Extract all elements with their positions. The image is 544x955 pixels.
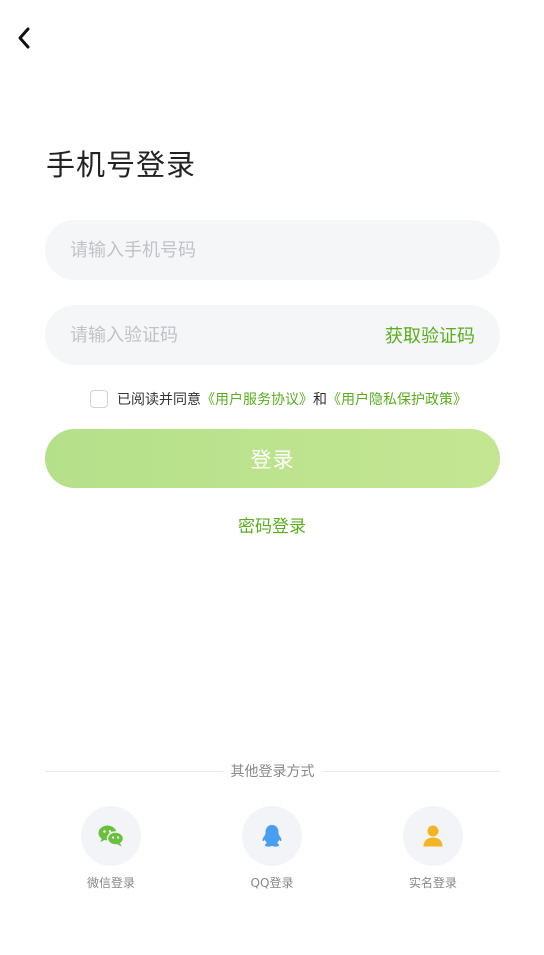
login-button[interactable]: 登录 xyxy=(45,429,500,488)
wechat-login-button[interactable]: 微信登录 xyxy=(66,806,156,891)
wechat-icon-circle xyxy=(81,806,141,866)
divider-line-left xyxy=(45,770,223,772)
agreement-row: 已阅读并同意 《用户服务协议》 和 《用户隐私保护政策》 xyxy=(90,389,467,409)
code-field[interactable]: 获取验证码 xyxy=(45,305,500,365)
person-icon xyxy=(423,825,443,847)
divider-line-right xyxy=(322,770,500,772)
realname-login-label: 实名登录 xyxy=(408,876,457,890)
realname-icon-circle xyxy=(403,806,463,866)
agreement-conjunction: 和 xyxy=(313,392,327,408)
page-title: 手机号登录 xyxy=(46,148,197,182)
back-button[interactable] xyxy=(8,22,40,54)
agreement-checkbox[interactable] xyxy=(90,390,108,408)
wechat-login-label: 微信登录 xyxy=(86,876,135,890)
qq-icon-circle xyxy=(242,806,302,866)
chevron-left-icon xyxy=(18,27,30,49)
realname-login-button[interactable]: 实名登录 xyxy=(388,806,478,891)
terms-link[interactable]: 《用户服务协议》 xyxy=(201,389,313,409)
phone-input[interactable] xyxy=(70,220,475,280)
agreement-prefix: 已阅读并同意 xyxy=(117,392,201,408)
password-login-link[interactable]: 密码登录 xyxy=(238,517,306,537)
qq-icon xyxy=(262,825,282,847)
other-methods-divider: 其他登录方式 xyxy=(45,760,500,782)
phone-field[interactable] xyxy=(45,220,500,280)
wechat-icon xyxy=(98,825,125,847)
privacy-link[interactable]: 《用户隐私保护政策》 xyxy=(327,389,467,409)
other-methods-title: 其他登录方式 xyxy=(230,764,315,780)
qq-login-label: QQ登录 xyxy=(250,876,294,890)
get-code-button[interactable]: 获取验证码 xyxy=(385,322,475,348)
password-login-row: 密码登录 xyxy=(0,512,544,537)
verification-code-input[interactable] xyxy=(70,305,385,365)
qq-login-button[interactable]: QQ登录 xyxy=(227,806,317,891)
